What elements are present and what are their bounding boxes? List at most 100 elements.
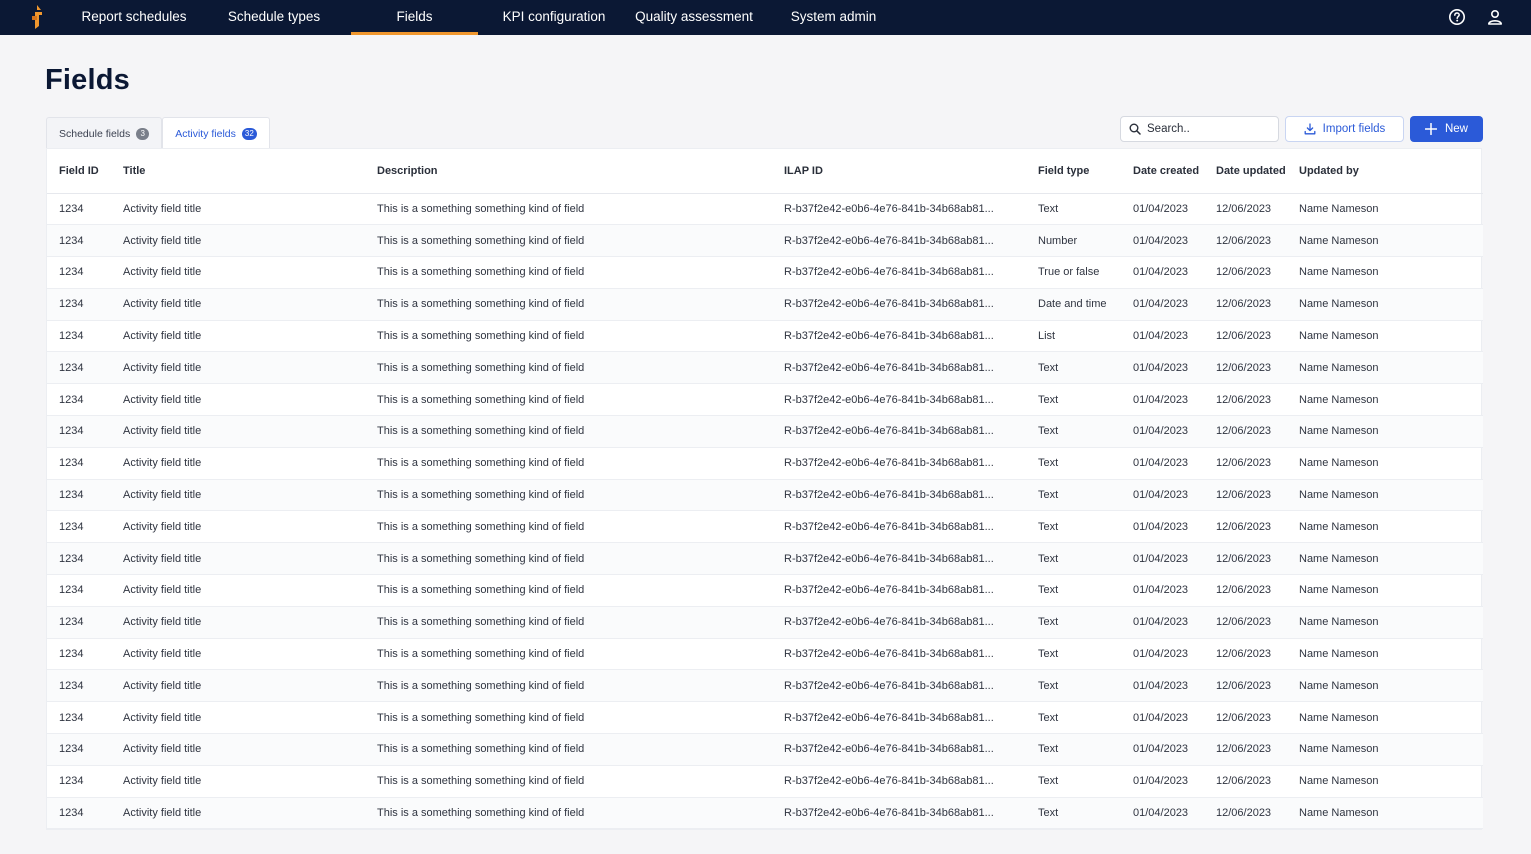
cell-ilap-id: R-b37f2e42-e0b6-4e76-841b-34b68ab81...	[772, 510, 1026, 544]
cell-field-type: Date and time	[1026, 288, 1121, 321]
cell-date-created: 01/04/2023	[1121, 224, 1204, 258]
table-row[interactable]: 1234 Activity field title This is a someth…	[47, 542, 1483, 576]
cell-date-created: 01/04/2023	[1121, 256, 1204, 289]
search-box[interactable]	[1120, 116, 1279, 142]
table-row[interactable]: 1234 Activity field title This is a someth…	[47, 193, 1483, 226]
import-fields-button[interactable]: Import fields	[1285, 116, 1404, 142]
cell-ilap-id: R-b37f2e42-e0b6-4e76-841b-34b68ab81...	[772, 447, 1026, 480]
table-row[interactable]: 1234 Activity field title This is a someth…	[47, 574, 1483, 607]
fields-table: Field ID Title Description ILAP ID Field…	[47, 149, 1483, 830]
cell-title: Activity field title	[111, 669, 365, 703]
user-profile-icon[interactable]	[1486, 8, 1504, 26]
tab-activity-fields[interactable]: Activity fields 32	[162, 117, 270, 149]
column-header-title[interactable]: Title	[111, 149, 365, 194]
help-icon[interactable]	[1448, 8, 1466, 26]
table-row[interactable]: 1234 Activity field title This is a someth…	[47, 638, 1483, 671]
cell-date-created: 01/04/2023	[1121, 415, 1204, 448]
cell-ilap-id: R-b37f2e42-e0b6-4e76-841b-34b68ab81...	[772, 479, 1026, 512]
table-row[interactable]: 1234 Activity field title This is a someth…	[47, 510, 1483, 544]
cell-date-updated: 12/06/2023	[1204, 542, 1287, 576]
cell-ilap-id: R-b37f2e42-e0b6-4e76-841b-34b68ab81...	[772, 351, 1026, 385]
cell-field-type: Number	[1026, 224, 1121, 258]
table-row[interactable]: 1234 Activity field title This is a someth…	[47, 797, 1483, 830]
cell-field-id: 1234	[47, 669, 111, 703]
cell-ilap-id: R-b37f2e42-e0b6-4e76-841b-34b68ab81...	[772, 288, 1026, 321]
cell-title: Activity field title	[111, 288, 365, 321]
cell-updated-by: Name Nameson	[1287, 383, 1483, 417]
cell-field-id: 1234	[47, 797, 111, 830]
table-row[interactable]: 1234 Activity field title This is a someth…	[47, 415, 1483, 448]
cell-date-created: 01/04/2023	[1121, 320, 1204, 353]
table-row[interactable]: 1234 Activity field title This is a someth…	[47, 701, 1483, 735]
table-row[interactable]: 1234 Activity field title This is a someth…	[47, 733, 1483, 766]
cell-field-type: Text	[1026, 479, 1121, 512]
column-header-description[interactable]: Description	[365, 149, 772, 194]
cell-date-updated: 12/06/2023	[1204, 510, 1287, 544]
nav-report-schedules[interactable]: Report schedules	[64, 0, 204, 35]
cell-date-updated: 12/06/2023	[1204, 669, 1287, 703]
table-row[interactable]: 1234 Activity field title This is a someth…	[47, 447, 1483, 480]
cell-field-id: 1234	[47, 510, 111, 544]
nav-system-admin[interactable]: System admin	[774, 0, 893, 35]
table-row[interactable]: 1234 Activity field title This is a someth…	[47, 351, 1483, 385]
tab-count-badge: 32	[241, 127, 257, 140]
cell-description: This is a something something kind of fi…	[365, 606, 772, 639]
table-row[interactable]: 1234 Activity field title This is a someth…	[47, 765, 1483, 798]
table-row[interactable]: 1234 Activity field title This is a someth…	[47, 479, 1483, 512]
column-header-field-type[interactable]: Field type	[1026, 149, 1121, 194]
cell-date-updated: 12/06/2023	[1204, 224, 1287, 258]
nav-kpi-configuration[interactable]: KPI configuration	[490, 0, 618, 35]
cell-date-updated: 12/06/2023	[1204, 479, 1287, 512]
cell-field-type: Text	[1026, 701, 1121, 735]
cell-field-type: Text	[1026, 510, 1121, 544]
nav-fields[interactable]: Fields	[351, 0, 478, 35]
nav-schedule-types[interactable]: Schedule types	[210, 0, 338, 35]
cell-field-id: 1234	[47, 447, 111, 480]
cell-ilap-id: R-b37f2e42-e0b6-4e76-841b-34b68ab81...	[772, 193, 1026, 226]
cell-field-type: Text	[1026, 447, 1121, 480]
new-field-button[interactable]: New	[1410, 116, 1483, 142]
cell-title: Activity field title	[111, 256, 365, 289]
cell-ilap-id: R-b37f2e42-e0b6-4e76-841b-34b68ab81...	[772, 669, 1026, 703]
cell-field-type: Text	[1026, 606, 1121, 639]
table-header-row: Field ID Title Description ILAP ID Field…	[47, 149, 1483, 194]
top-nav-bar: Report schedules Schedule types Fields K…	[0, 0, 1531, 35]
tab-schedule-fields[interactable]: Schedule fields 3	[46, 117, 163, 149]
cell-field-type: Text	[1026, 733, 1121, 766]
cell-description: This is a something something kind of fi…	[365, 383, 772, 417]
table-row[interactable]: 1234 Activity field title This is a someth…	[47, 256, 1483, 289]
app-logo-icon[interactable]	[29, 4, 47, 30]
cell-updated-by: Name Nameson	[1287, 193, 1483, 226]
cell-description: This is a something something kind of fi…	[365, 479, 772, 512]
cell-field-id: 1234	[47, 542, 111, 576]
cell-updated-by: Name Nameson	[1287, 765, 1483, 798]
column-header-date-created[interactable]: Date created	[1121, 149, 1204, 194]
cell-updated-by: Name Nameson	[1287, 415, 1483, 448]
table-row[interactable]: 1234 Activity field title This is a someth…	[47, 224, 1483, 258]
table-row[interactable]: 1234 Activity field title This is a someth…	[47, 669, 1483, 703]
table-row[interactable]: 1234 Activity field title This is a someth…	[47, 320, 1483, 353]
cell-title: Activity field title	[111, 797, 365, 830]
cell-date-created: 01/04/2023	[1121, 733, 1204, 766]
cell-field-id: 1234	[47, 320, 111, 353]
column-header-updated-by[interactable]: Updated by	[1287, 149, 1483, 194]
cell-description: This is a something something kind of fi…	[365, 224, 772, 258]
search-input[interactable]	[1147, 123, 1267, 135]
table-row[interactable]: 1234 Activity field title This is a someth…	[47, 383, 1483, 417]
column-header-field-id[interactable]: Field ID	[47, 149, 111, 194]
cell-field-id: 1234	[47, 224, 111, 258]
cell-date-created: 01/04/2023	[1121, 606, 1204, 639]
cell-field-id: 1234	[47, 606, 111, 639]
column-header-ilap-id[interactable]: ILAP ID	[772, 149, 1026, 194]
table-row[interactable]: 1234 Activity field title This is a someth…	[47, 288, 1483, 321]
cell-date-updated: 12/06/2023	[1204, 574, 1287, 607]
cell-updated-by: Name Nameson	[1287, 669, 1483, 703]
nav-quality-assessment[interactable]: Quality assessment	[624, 0, 764, 35]
column-header-date-updated[interactable]: Date updated	[1204, 149, 1287, 194]
table-row[interactable]: 1234 Activity field title This is a someth…	[47, 606, 1483, 639]
cell-updated-by: Name Nameson	[1287, 733, 1483, 766]
cell-description: This is a something something kind of fi…	[365, 542, 772, 576]
cell-date-updated: 12/06/2023	[1204, 320, 1287, 353]
cell-title: Activity field title	[111, 542, 365, 576]
cell-updated-by: Name Nameson	[1287, 479, 1483, 512]
